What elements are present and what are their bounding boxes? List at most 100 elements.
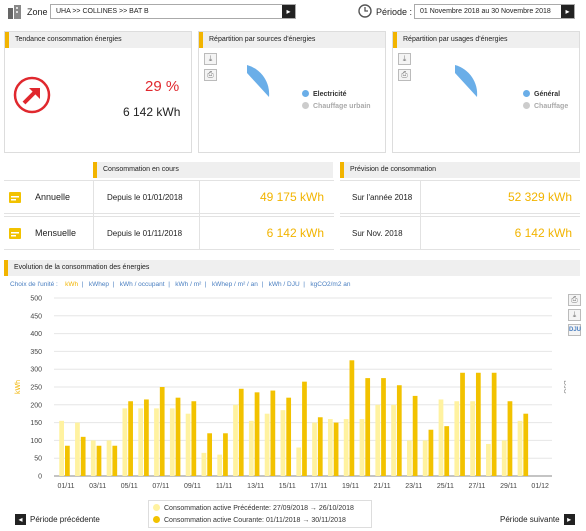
bar-current bbox=[460, 372, 465, 476]
legend-chauffage: Chauffage bbox=[523, 102, 568, 110]
bar-previous bbox=[201, 452, 207, 476]
x-tick-label: 11/11 bbox=[216, 483, 233, 490]
forecast-month-label: Sur Nov. 2018 bbox=[352, 229, 403, 238]
y-tick-label: 350 bbox=[30, 349, 42, 356]
legend-previous: Consommation active Précédente: 27/09/20… bbox=[153, 504, 354, 512]
print-icon[interactable]: ⎙ bbox=[398, 69, 411, 81]
x-tick-label: 05/11 bbox=[121, 483, 138, 490]
bar-current bbox=[96, 445, 102, 476]
current-annual-since: Depuis le 01/01/2018 bbox=[107, 193, 183, 202]
bar-previous bbox=[233, 404, 238, 476]
bar-current bbox=[112, 445, 118, 476]
bar-previous bbox=[264, 413, 270, 476]
bar-previous bbox=[470, 401, 475, 476]
usages-pie bbox=[453, 65, 483, 99]
sources-panel: Répartition par sources d'énergies ⤓ ⎙ E… bbox=[198, 31, 386, 153]
bar-current bbox=[396, 385, 402, 476]
bar-current bbox=[286, 397, 292, 476]
unit-kwh-dju[interactable]: kWh / DJU bbox=[269, 281, 300, 288]
bar-current bbox=[238, 388, 244, 476]
bar-previous bbox=[217, 454, 223, 476]
x-tick-label: 15/11 bbox=[279, 483, 296, 490]
forecast-month-value: 6 142 kWh bbox=[514, 226, 572, 240]
bar-current bbox=[507, 401, 513, 476]
chevron-left-icon[interactable]: ◂ bbox=[15, 514, 26, 525]
print-icon[interactable]: ⎙ bbox=[204, 69, 217, 81]
bar-previous bbox=[359, 419, 365, 476]
current-title: Consommation en cours bbox=[93, 162, 333, 178]
y-tick-label: 200 bbox=[30, 402, 42, 409]
bar-previous bbox=[422, 440, 428, 476]
x-tick-label: 27/11 bbox=[468, 483, 485, 490]
y-tick-label: 50 bbox=[34, 456, 42, 463]
zone-label: Zone : bbox=[27, 7, 53, 17]
bar-previous bbox=[407, 440, 412, 476]
bar-current bbox=[144, 399, 149, 476]
dju-button[interactable]: DJU bbox=[568, 324, 581, 336]
clock-icon bbox=[358, 4, 372, 18]
bar-current bbox=[302, 381, 307, 476]
sources-title: Répartition par sources d'énergies bbox=[199, 32, 385, 48]
bar-current bbox=[128, 401, 133, 476]
period-value: 01 Novembre 2018 au 30 Novembre 2018 bbox=[420, 8, 551, 15]
unit-selector: Choix de l'unité : kWh | kWhep | kWh / o… bbox=[10, 281, 351, 288]
unit-kwh[interactable]: kWh bbox=[65, 281, 78, 288]
zone-arrow-icon[interactable]: ▸ bbox=[282, 5, 295, 18]
x-tick-label: 01/11 bbox=[58, 483, 75, 490]
print-icon[interactable]: ⎙ bbox=[568, 294, 581, 306]
usages-panel: Répartition par usages d'énergies ⤓ ⎙ Gé… bbox=[392, 31, 580, 153]
forecast-year-value: 52 329 kWh bbox=[507, 190, 572, 204]
bar-current bbox=[365, 378, 371, 476]
bar-current bbox=[191, 401, 197, 476]
next-period-button[interactable]: Période suivante ▸ bbox=[500, 514, 575, 525]
bar-previous bbox=[327, 419, 333, 476]
legend-chauffage-urbain: Chauffage urbain bbox=[302, 102, 371, 110]
y-tick-label: 250 bbox=[30, 385, 42, 392]
bar-previous bbox=[154, 408, 159, 476]
unit-kwhep[interactable]: kWhep bbox=[89, 281, 109, 288]
trend-title: Tendance consommation énergies bbox=[5, 32, 191, 48]
prev-period-button[interactable]: ◂ Période précédente bbox=[15, 514, 100, 525]
bar-previous bbox=[248, 420, 254, 476]
unit-kgco2[interactable]: kgCO2/m2 an bbox=[310, 281, 350, 288]
sources-pie bbox=[245, 65, 275, 99]
bar-previous bbox=[501, 440, 507, 476]
bar-previous bbox=[90, 440, 96, 476]
period-select[interactable]: 01 Novembre 2018 au 30 Novembre 2018 ▸ bbox=[414, 4, 575, 19]
bar-previous bbox=[169, 408, 175, 476]
evolution-chart: 0 50 100 150 200 250 300 350 400 450 500 kWh DJU 01/1… bbox=[15, 296, 566, 491]
download-icon[interactable]: ⤓ bbox=[398, 53, 411, 65]
current-annual-label: Annuelle bbox=[35, 192, 71, 202]
bar-current bbox=[207, 433, 212, 476]
period-arrow-icon[interactable]: ▸ bbox=[561, 5, 574, 18]
trend-value: 6 142 kWh bbox=[123, 105, 181, 119]
zone-select[interactable]: UHA >> COLLINES >> BAT B ▸ bbox=[50, 4, 296, 19]
bar-previous bbox=[185, 413, 191, 476]
unit-label: Choix de l'unité : bbox=[10, 281, 58, 288]
trend-up-arrow-icon bbox=[13, 76, 51, 114]
bar-previous bbox=[454, 401, 460, 476]
bar-current bbox=[223, 433, 228, 476]
current-monthly-since: Depuis le 01/11/2018 bbox=[107, 229, 183, 238]
y-tick-label: 100 bbox=[30, 438, 42, 445]
bar-previous bbox=[296, 447, 302, 476]
forecast-row-month: Sur Nov. 2018 6 142 kWh bbox=[340, 216, 580, 250]
bar-current bbox=[523, 413, 529, 476]
unit-kwh-occupant[interactable]: kWh / occupant bbox=[120, 281, 165, 288]
bar-previous bbox=[138, 408, 144, 476]
bar-previous bbox=[517, 420, 523, 476]
y-tick-label: 450 bbox=[30, 313, 42, 320]
download-icon[interactable]: ⤓ bbox=[568, 309, 581, 321]
building-icon bbox=[7, 4, 23, 19]
bar-current bbox=[333, 422, 339, 476]
unit-kwhep-m2-an[interactable]: kWhep / m² / an bbox=[212, 281, 258, 288]
divider bbox=[93, 180, 94, 250]
unit-kwh-m2[interactable]: kWh / m² bbox=[175, 281, 201, 288]
chevron-right-icon[interactable]: ▸ bbox=[563, 514, 575, 525]
prev-period-label: Période précédente bbox=[30, 515, 100, 524]
download-icon[interactable]: ⤓ bbox=[204, 53, 217, 65]
bar-current bbox=[349, 360, 355, 476]
bar-previous bbox=[75, 422, 80, 476]
bar-previous bbox=[391, 404, 396, 476]
bar-previous bbox=[280, 410, 286, 476]
